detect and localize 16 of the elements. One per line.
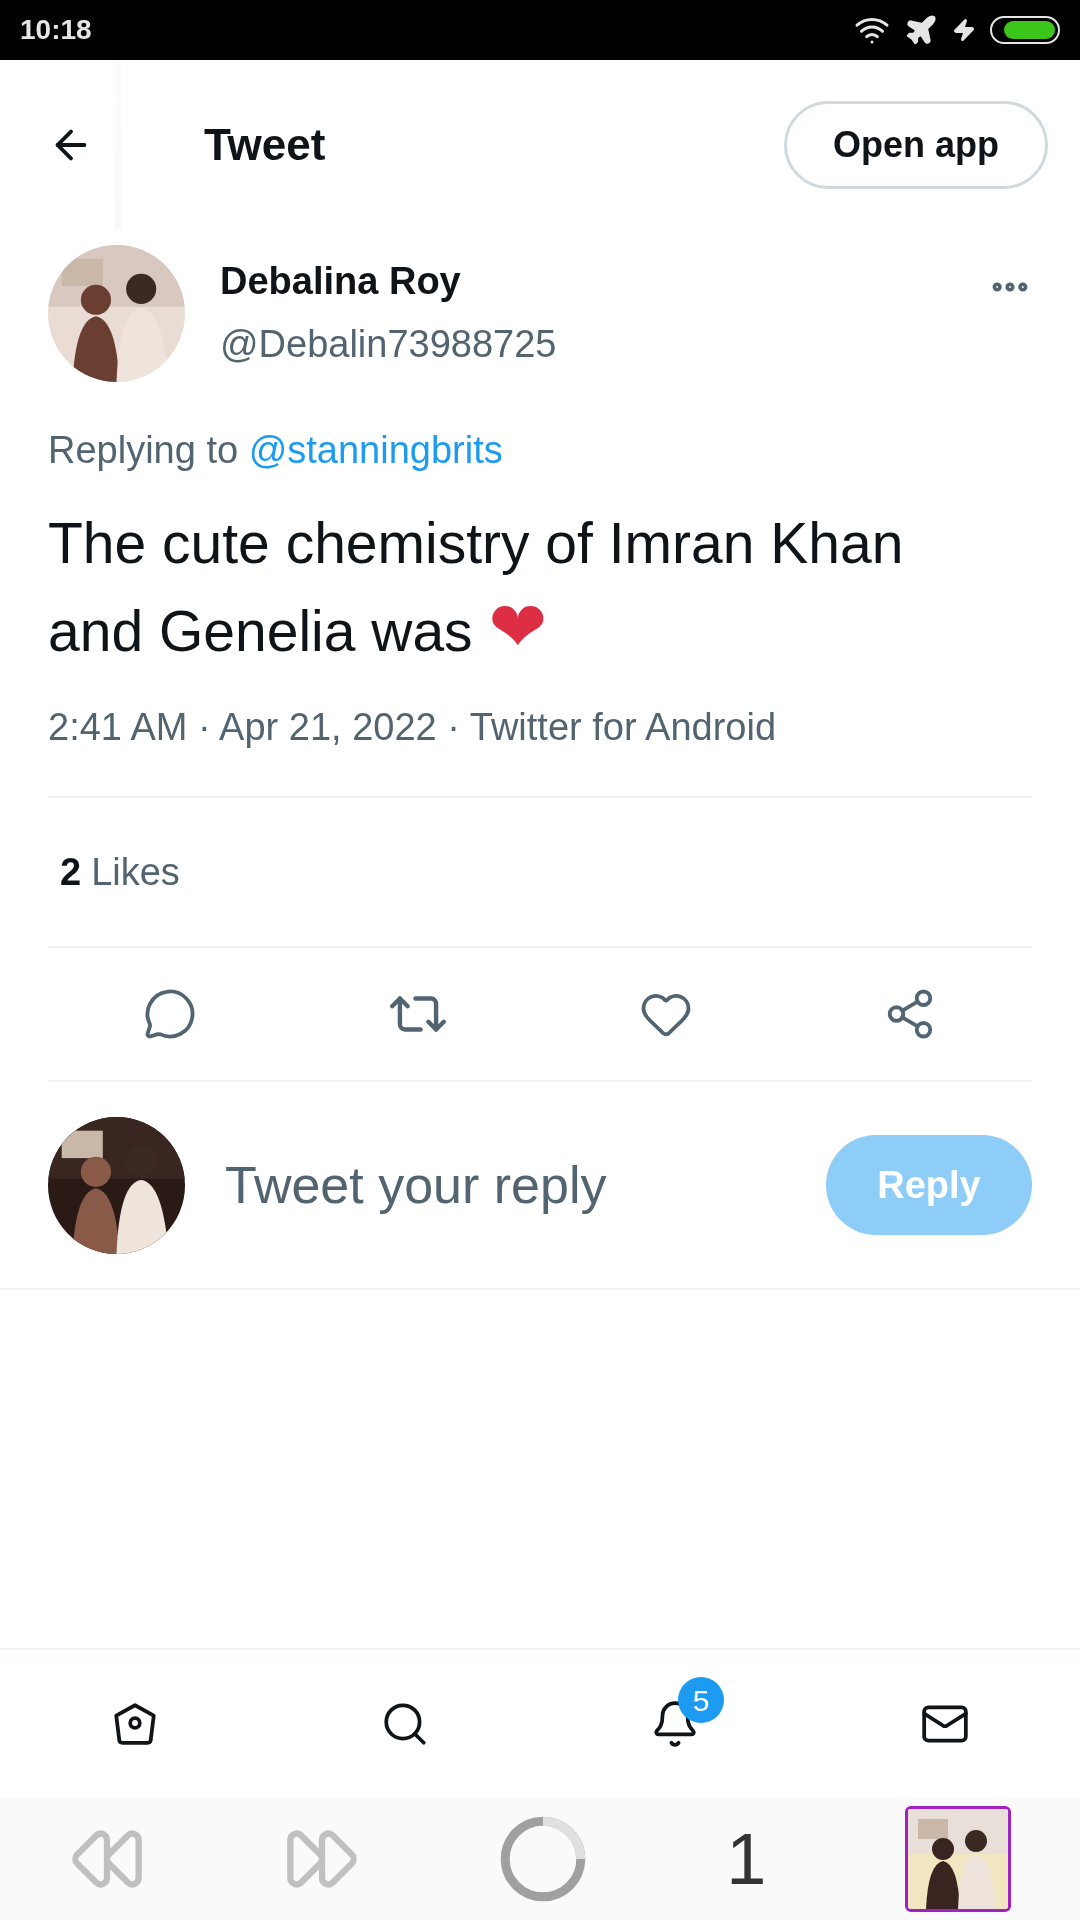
reply-field[interactable]: Tweet your reply [225, 1146, 826, 1224]
status-time: 10:18 [20, 13, 92, 47]
likes-count[interactable]: 2 [60, 843, 82, 901]
battery-icon [990, 16, 1060, 44]
open-app-button[interactable]: Open app [784, 101, 1048, 189]
likes-label[interactable]: Likes [91, 843, 180, 901]
notification-badge: 5 [678, 1677, 724, 1723]
replying-to-text: Replying to @stanningbrits [48, 428, 504, 473]
tweet-timestamp: 2:41 AM · Apr 21, 2022 · Twitter for Android [48, 705, 778, 750]
author-name[interactable]: Debalina Roy [220, 253, 557, 310]
author-handle[interactable]: @Debalin73988725 [220, 316, 557, 373]
tab-count[interactable]: 1 [726, 1805, 767, 1913]
airplane-icon [904, 13, 938, 47]
tweet-text: The cute chemistry of Imran Khan and Genelia was ❤ [48, 510, 905, 670]
reply-icon[interactable] [143, 987, 197, 1041]
header-title: Tweet [204, 119, 326, 171]
